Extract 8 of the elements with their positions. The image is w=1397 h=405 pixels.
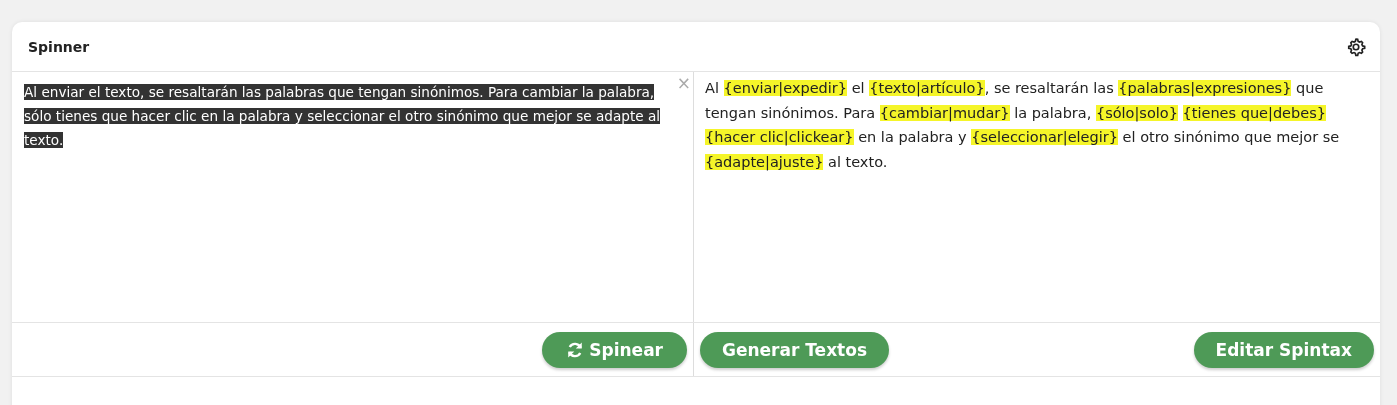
edit-spintax-button[interactable]: Editar Spintax (1193, 331, 1374, 368)
card-title: Spinner (28, 38, 90, 55)
settings-icon[interactable] (1346, 36, 1366, 57)
refresh-icon (566, 340, 585, 359)
generate-texts-button[interactable]: Generar Textos (700, 331, 890, 368)
clear-button[interactable]: × (676, 73, 691, 93)
spin-button[interactable]: Spinear (542, 331, 687, 368)
spintax-text: Al {enviar|expedir} el {texto|artículo}, se resaltarán las {palabras|expresiones} que tengan sinónimos. Para {cambiar|mudar} la palabra, {sólo|solo} {tienes que|debes} {hacer clic|clickear} en la palabra y {seleccionar|elegir} el otro sinónimo que mejor se {adapte|ajuste} al texto. (704, 79, 1341, 173)
